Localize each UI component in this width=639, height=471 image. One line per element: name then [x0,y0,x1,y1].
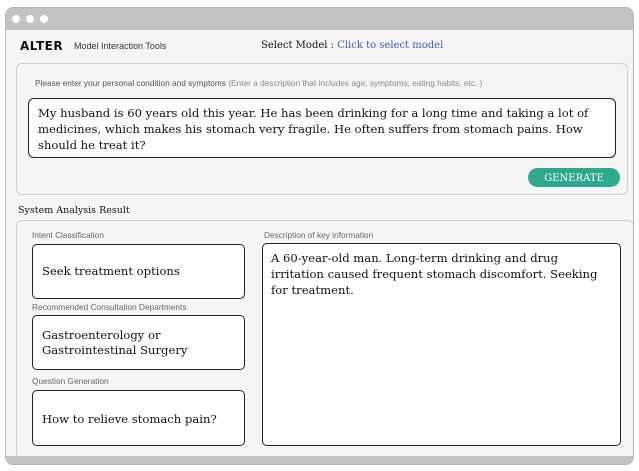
departments-label: Recommended Consultation Departments [32,302,187,312]
result-title: System Analysis Result [18,205,130,216]
input-prompt: Please enter your personal condition and… [35,78,482,88]
window-maximize-dot-icon[interactable] [40,15,48,23]
intent-value: Seek treatment options [32,244,245,299]
bottom-bar [6,456,633,464]
input-prompt-hint: (Enter a description that includes age, … [228,78,483,88]
title-bar [6,8,633,30]
brand-logo: ALTER [20,39,64,53]
select-model-label: Select Model : [261,40,338,51]
tools-label: Model Interaction Tools [74,41,167,51]
input-prompt-label: Please enter your personal condition and… [35,78,226,88]
symptoms-input[interactable]: My husband is 60 years old this year. He… [28,98,616,158]
header: ALTER Model Interaction Tools Select Mod… [20,39,620,57]
result-panel: Intent Classification Seek treatment opt… [16,220,633,460]
select-model-link[interactable]: Click to select model [337,40,443,51]
window-close-dot-icon[interactable] [12,15,20,23]
app-window: ALTER Model Interaction Tools Select Mod… [5,7,634,465]
select-model: Select Model : Click to select model [261,40,443,51]
description-label: Description of key information [264,230,374,240]
window-minimize-dot-icon[interactable] [26,15,34,23]
description-value: A 60-year-old man. Long-term drinking an… [262,243,621,446]
input-panel: Please enter your personal condition and… [16,63,628,195]
departments-value: Gastroenterology or Gastrointestinal Sur… [32,315,245,370]
question-value: How to relieve stomach pain? [32,390,245,446]
intent-label: Intent Classification [32,230,104,240]
question-label: Question Generation [32,376,109,386]
generate-button[interactable]: GENERATE [528,168,620,187]
